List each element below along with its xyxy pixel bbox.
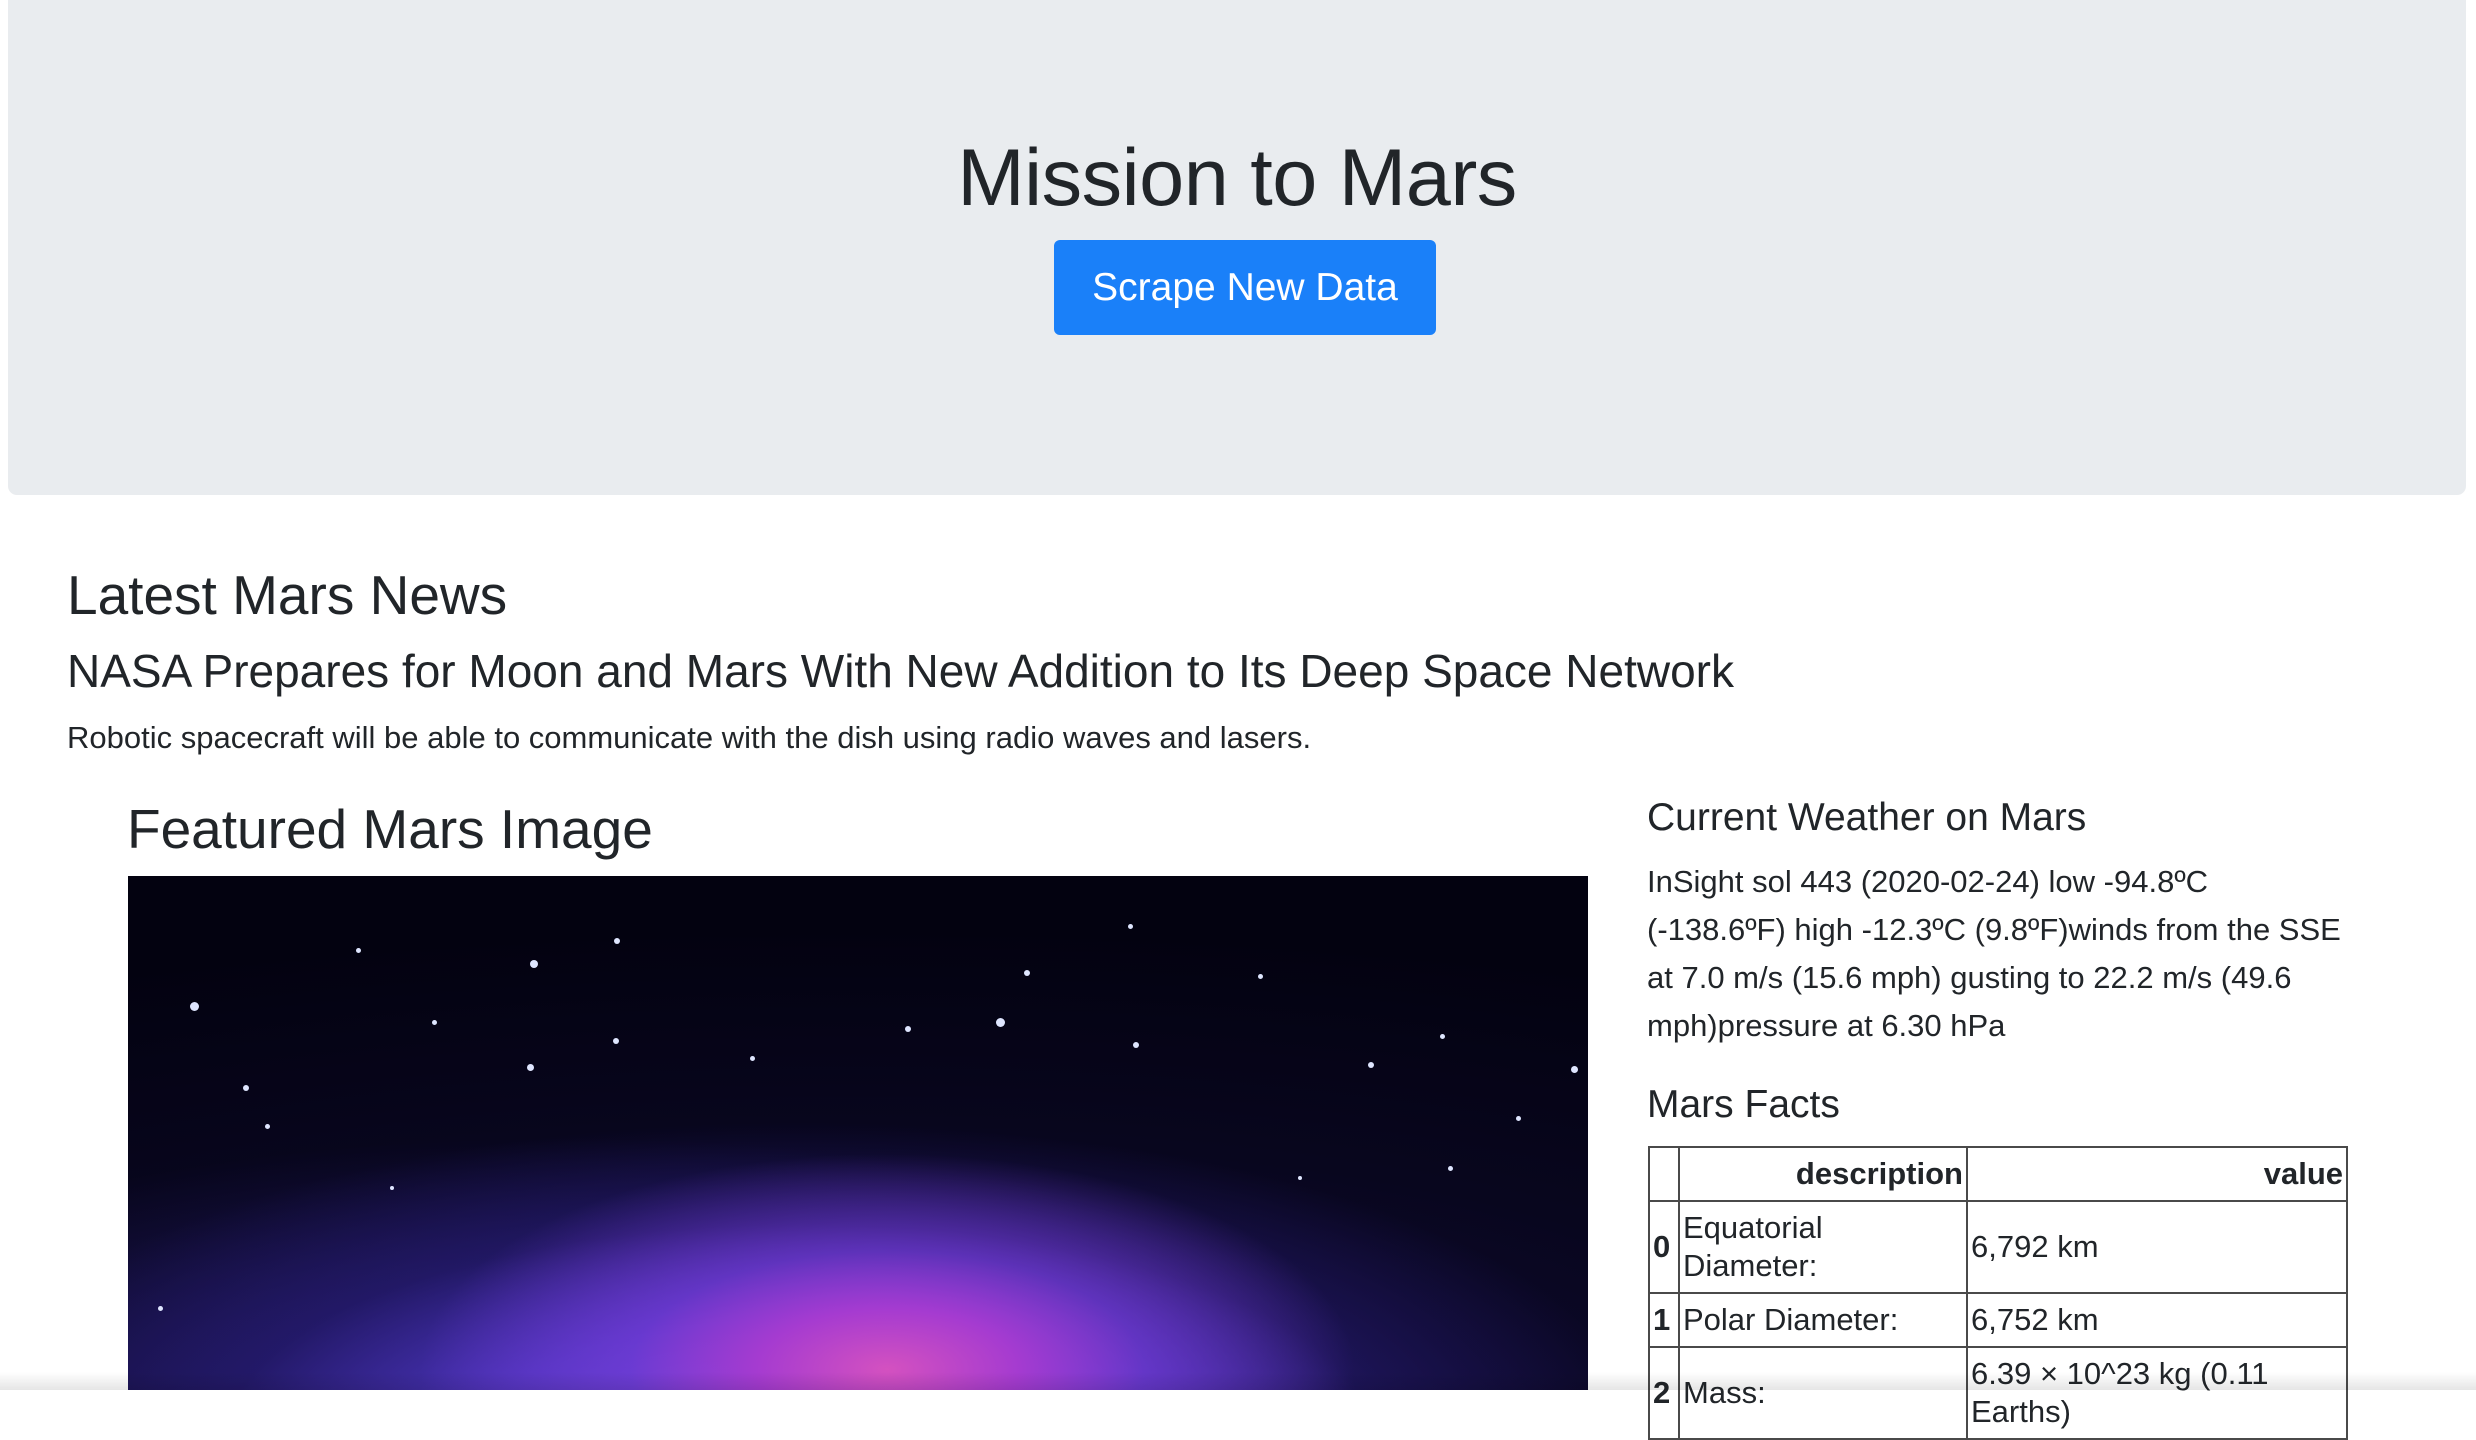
row-description: Equatorial Diameter:	[1678, 1200, 1968, 1294]
table-header-row: description value	[1648, 1146, 2348, 1202]
row-value: 6,752 km	[1966, 1292, 2348, 1348]
star	[1571, 1066, 1578, 1073]
star	[1298, 1176, 1302, 1180]
column-header-description: description	[1678, 1146, 1968, 1202]
star	[750, 1056, 755, 1061]
star	[1024, 970, 1030, 976]
table-row: 0 Equatorial Diameter: 6,792 km	[1648, 1200, 2348, 1294]
star	[356, 948, 361, 953]
star	[1133, 1042, 1139, 1048]
star	[190, 1002, 199, 1011]
news-paragraph: Robotic spacecraft will be able to commu…	[67, 720, 1312, 755]
jumbotron-header: Mission to Mars Scrape New Data	[8, 0, 2466, 495]
star	[905, 1026, 911, 1032]
star	[1128, 924, 1133, 929]
featured-image-heading: Featured Mars Image	[127, 798, 653, 860]
star	[390, 1186, 394, 1190]
star	[527, 1064, 534, 1071]
mars-facts-table: description value 0 Equatorial Diameter:…	[1648, 1146, 2348, 1440]
star	[1448, 1166, 1453, 1171]
row-index: 2	[1648, 1346, 1680, 1440]
star	[614, 938, 620, 944]
column-header-index	[1648, 1146, 1680, 1202]
window-edge-shadow	[0, 1372, 2476, 1390]
star	[265, 1124, 270, 1129]
row-index: 1	[1648, 1292, 1680, 1348]
table-row: 2 Mass: 6.39 × 10^23 kg (0.11 Earths)	[1648, 1346, 2348, 1440]
mars-facts-heading: Mars Facts	[1647, 1083, 1840, 1126]
featured-mars-image	[128, 876, 1588, 1390]
weather-report: InSight sol 443 (2020-02-24) low -94.8ºC…	[1647, 864, 2341, 1043]
row-value: 6,792 km	[1966, 1200, 2348, 1294]
star	[613, 1038, 619, 1044]
row-description: Mass:	[1678, 1346, 1968, 1440]
star	[996, 1018, 1005, 1027]
row-index: 0	[1648, 1200, 1680, 1294]
row-description: Polar Diameter:	[1678, 1292, 1968, 1348]
star	[1368, 1062, 1374, 1068]
news-title: NASA Prepares for Moon and Mars With New…	[67, 645, 1734, 697]
star	[158, 1306, 163, 1311]
weather-heading: Current Weather on Mars	[1647, 796, 2087, 839]
star	[1258, 974, 1263, 979]
table-row: 1 Polar Diameter: 6,752 km	[1648, 1292, 2348, 1348]
row-value: 6.39 × 10^23 kg (0.11 Earths)	[1966, 1346, 2348, 1440]
star	[530, 960, 538, 968]
star	[432, 1020, 437, 1025]
latest-news-heading: Latest Mars News	[67, 564, 508, 626]
star	[1516, 1116, 1521, 1121]
star	[1440, 1034, 1445, 1039]
page-title: Mission to Mars	[957, 133, 1517, 223]
column-header-value: value	[1966, 1146, 2348, 1202]
scrape-new-data-button[interactable]: Scrape New Data	[1054, 240, 1436, 335]
star	[243, 1085, 249, 1091]
